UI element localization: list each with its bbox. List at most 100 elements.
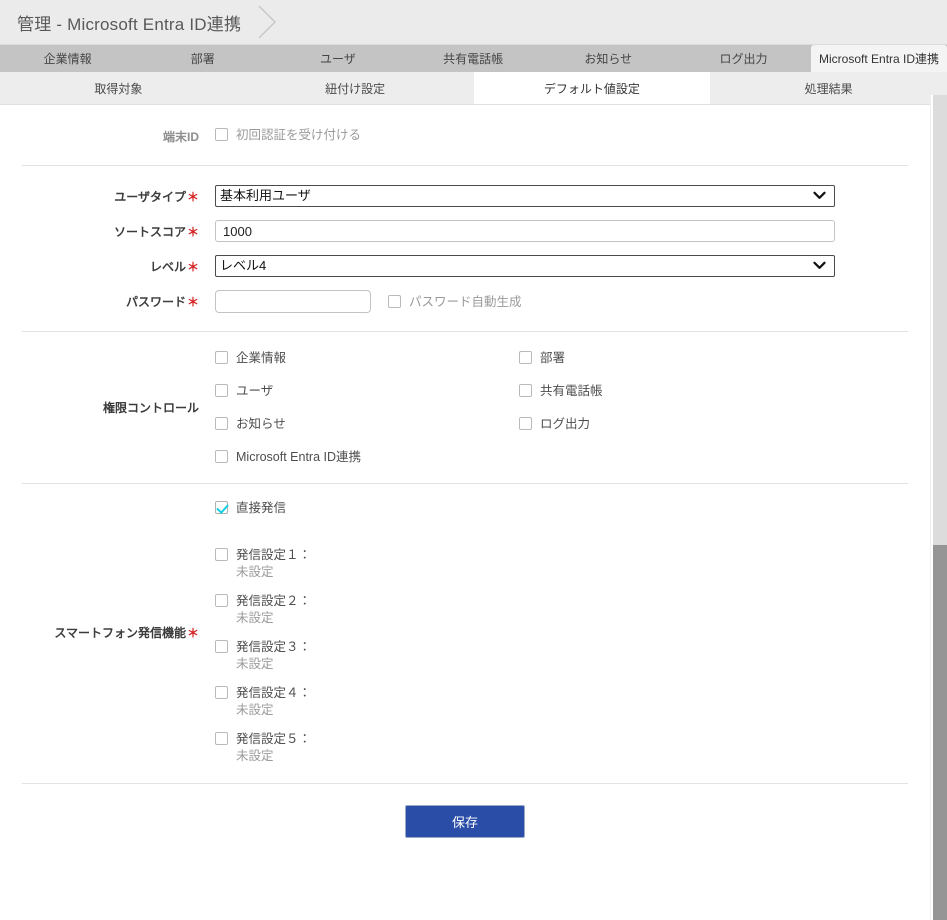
label-text: パスワード [125, 295, 186, 309]
subtab-mapping[interactable]: 紐付け設定 [237, 72, 474, 104]
checkbox-icon[interactable] [215, 128, 228, 141]
checkbox-icon[interactable] [215, 417, 228, 430]
direct-call-checkbox-row[interactable]: 直接発信 [215, 501, 930, 515]
checkbox-icon[interactable] [215, 686, 228, 699]
permission-item-entra-id[interactable]: Microsoft Entra ID連携 [215, 450, 519, 464]
level-select[interactable]: レベル4 [215, 255, 835, 277]
form-panel: 端末ID 初回認証を受け付ける ユーザタイプ＊ 基本利用ユーザ ソートスコア＊ … [0, 106, 930, 920]
call-setting-checkbox-row[interactable]: 発信設定４： [215, 686, 930, 700]
required-mark: ＊ [186, 295, 199, 309]
checkbox-icon[interactable] [215, 548, 228, 561]
call-setting-checkbox-row[interactable]: 発信設定３： [215, 640, 930, 654]
form-row-user-type: ユーザタイプ＊ 基本利用ユーザ [0, 185, 930, 220]
sort-score-label: ソートスコア＊ [0, 220, 215, 240]
smartphone-option-direct: 直接発信 [215, 501, 930, 515]
form-footer: 保存 [0, 784, 930, 838]
call-setting-value: 未設定 [236, 565, 274, 579]
required-mark: ＊ [186, 260, 199, 274]
first-auth-checkbox-row[interactable]: 初回認証を受け付ける [215, 128, 930, 142]
permission-control-label: 権限コントロール [102, 401, 199, 415]
call-setting-checkbox-row[interactable]: 発信設定１： [215, 548, 930, 562]
form-row-smartphone-calling: スマートフォン発信機能＊ 直接発信 発信設定１： 未設定 発信設定２： 未設定 … [0, 484, 930, 783]
tab-log-output[interactable]: ログ出力 [676, 45, 811, 72]
tab-shared-phonebook[interactable]: 共有電話帳 [406, 45, 541, 72]
subtab-target[interactable]: 取得対象 [0, 72, 237, 104]
label-text: レベル [149, 260, 186, 274]
user-type-label: ユーザタイプ＊ [0, 185, 215, 205]
permission-item-log-output[interactable]: ログ出力 [519, 417, 930, 431]
permission-item-label: 部署 [540, 351, 566, 365]
checkbox-icon[interactable] [215, 594, 228, 607]
smartphone-option-4: 発信設定４： 未設定 [215, 686, 930, 718]
form-row-password: パスワード＊ パスワード自動生成 [0, 290, 930, 331]
scrollbar-thumb[interactable] [933, 545, 947, 920]
checkbox-icon[interactable] [519, 384, 532, 397]
form-row-level: レベル＊ レベル4 [0, 255, 930, 290]
permission-item-user[interactable]: ユーザ [215, 384, 519, 398]
sort-score-field [215, 220, 930, 242]
user-type-select[interactable]: 基本利用ユーザ [215, 185, 835, 207]
level-select-wrapper: レベル4 [215, 255, 835, 277]
vertical-scrollbar[interactable] [930, 95, 947, 920]
call-setting-value: 未設定 [236, 749, 274, 763]
checkbox-icon[interactable] [388, 294, 401, 308]
call-setting-checkbox-row[interactable]: 発信設定５： [215, 732, 930, 746]
permission-item-shared-phonebook[interactable]: 共有電話帳 [519, 384, 930, 398]
auto-generate-label: パスワード自動生成 [409, 294, 522, 309]
password-input[interactable] [215, 290, 371, 313]
subtab-default-values[interactable]: デフォルト値設定 [473, 72, 711, 104]
checkbox-icon[interactable] [215, 351, 228, 364]
call-setting-value: 未設定 [236, 657, 274, 671]
secondary-tab-bar: 取得対象 紐付け設定 デフォルト値設定 処理結果 [0, 72, 947, 105]
smartphone-calling-label: スマートフォン発信機能＊ [0, 624, 215, 641]
breadcrumb-bar: 管理 - Microsoft Entra ID連携 [0, 0, 947, 45]
tab-notice[interactable]: お知らせ [541, 45, 676, 72]
password-field: パスワード自動生成 [215, 290, 930, 313]
label-text: ユーザタイプ [114, 190, 186, 204]
tab-entra-id-integration[interactable]: Microsoft Entra ID連携 [811, 45, 947, 72]
tab-label: 企業情報 [43, 52, 92, 66]
call-setting-label: 発信設定５： [236, 732, 312, 746]
tab-label: 共有電話帳 [443, 52, 504, 66]
save-button[interactable]: 保存 [405, 805, 525, 838]
primary-tab-bar: 企業情報 部署 ユーザ 共有電話帳 お知らせ ログ出力 Microsoft En… [0, 45, 947, 72]
password-field-group: パスワード自動生成 [215, 290, 930, 313]
subtab-label: デフォルト値設定 [543, 81, 640, 96]
required-mark: ＊ [186, 225, 199, 239]
tab-label: 部署 [190, 52, 215, 66]
permission-control-field: 企業情報 部署 ユーザ 共有電話帳 お知らせ ログ出力 Microsoft En… [215, 351, 930, 464]
tab-department[interactable]: 部署 [135, 45, 270, 72]
checkbox-icon[interactable] [215, 450, 228, 463]
default-values-form: 端末ID 初回認証を受け付ける ユーザタイプ＊ 基本利用ユーザ ソートスコア＊ … [0, 106, 930, 838]
permission-item-notice[interactable]: お知らせ [215, 417, 519, 431]
user-type-select-wrapper: 基本利用ユーザ [215, 185, 835, 207]
subtab-label: 紐付け設定 [325, 81, 386, 96]
permission-item-company-info[interactable]: 企業情報 [215, 351, 519, 365]
permission-item-label: お知らせ [236, 417, 286, 431]
permission-item-label: 共有電話帳 [540, 384, 603, 398]
tab-label: お知らせ [584, 52, 633, 66]
smartphone-option-5: 発信設定５： 未設定 [215, 732, 930, 764]
auto-generate-checkbox-row[interactable]: パスワード自動生成 [388, 294, 522, 309]
checkbox-icon[interactable] [519, 417, 532, 430]
required-mark: ＊ [186, 190, 199, 204]
tab-label: ユーザ [320, 52, 356, 66]
subtab-results[interactable]: 処理結果 [710, 72, 947, 104]
checkbox-icon[interactable] [215, 732, 228, 745]
tab-company-info[interactable]: 企業情報 [0, 45, 135, 72]
user-type-field: 基本利用ユーザ [215, 185, 930, 207]
terminal-id-label: 端末ID [162, 130, 199, 144]
tab-user[interactable]: ユーザ [270, 45, 405, 72]
call-setting-checkbox-row[interactable]: 発信設定２： [215, 594, 930, 608]
checkbox-icon[interactable] [215, 384, 228, 397]
checkbox-icon[interactable] [519, 351, 532, 364]
checkbox-icon[interactable] [215, 501, 228, 514]
call-setting-value: 未設定 [236, 611, 274, 625]
tab-label: Microsoft Entra ID連携 [819, 52, 940, 66]
sort-score-input[interactable] [215, 220, 835, 242]
permission-item-department[interactable]: 部署 [519, 351, 930, 365]
breadcrumb: 管理 - Microsoft Entra ID連携 [0, 0, 281, 44]
direct-call-label: 直接発信 [236, 501, 287, 515]
call-setting-label: 発信設定３： [236, 640, 312, 654]
checkbox-icon[interactable] [215, 640, 228, 653]
